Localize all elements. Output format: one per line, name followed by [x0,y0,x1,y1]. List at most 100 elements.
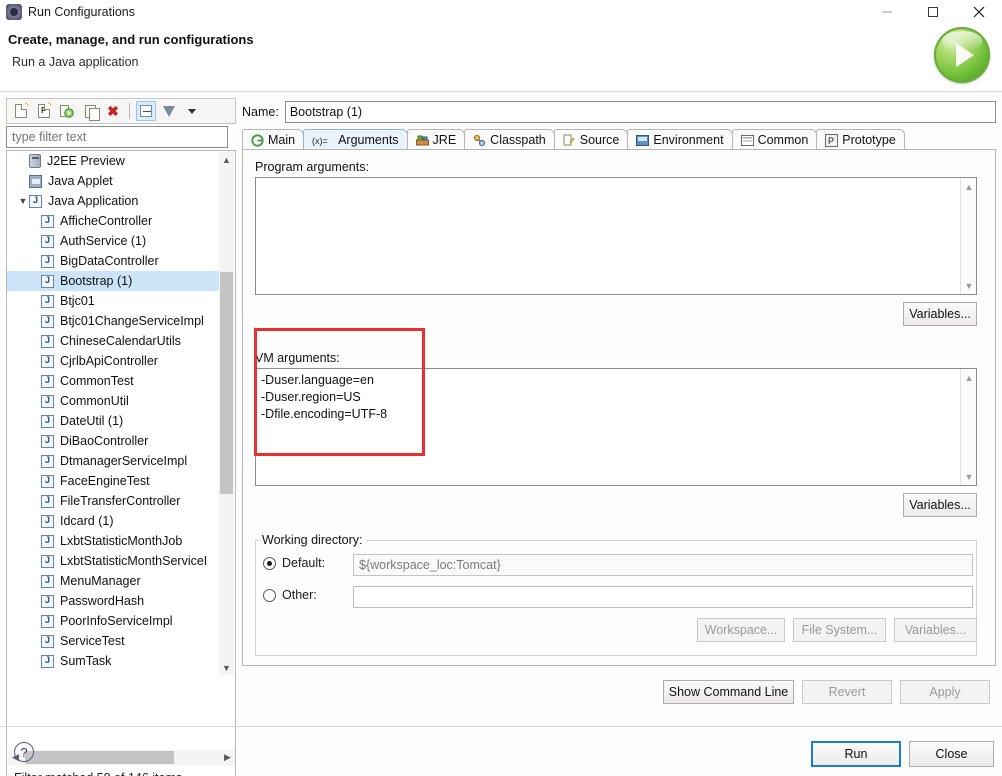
tree-item[interactable]: FileTransferController [7,491,220,511]
close-button[interactable]: Close [909,741,994,767]
export-icon[interactable] [57,101,77,121]
working-directory-variables-button[interactable]: Variables... [894,618,977,642]
working-directory-other-radio[interactable]: Other: [263,588,317,602]
scroll-down-icon[interactable]: ▼ [961,278,976,293]
tree-item[interactable]: CjrlbApiController [7,351,220,371]
vm-arguments-textarea[interactable]: -Duser.language=en -Duser.region=US -Dfi… [255,368,977,486]
tree-item[interactable]: AfficheController [7,211,220,231]
tree-item-label: DtmanagerServiceImpl [60,454,188,468]
arguments-tab-icon: (x)= [312,134,334,147]
duplicate-icon[interactable] [80,101,100,121]
tree-item[interactable]: Btjc01ChangeServiceImpl [7,311,220,331]
scroll-up-icon[interactable]: ▲ [219,152,234,167]
program-arguments-scrollbar[interactable]: ▲ ▼ [960,178,976,294]
hscroll-thumb[interactable] [25,751,174,764]
scroll-right-icon[interactable]: ▶ [220,750,235,765]
java-icon [41,494,54,508]
tab-prototype[interactable]: P Prototype [816,129,905,150]
scroll-up-icon[interactable]: ▲ [961,179,976,194]
tree-item[interactable]: ChineseCalendarUtils [7,331,220,351]
help-icon[interactable]: ? [14,742,34,762]
working-directory-default-radio[interactable]: Default: [263,556,325,570]
tree-item[interactable]: SumTask [7,651,220,671]
view-menu-icon[interactable] [182,101,202,121]
tree-vertical-scrollbar[interactable]: ▲ ▼ [219,152,234,675]
scroll-down-icon[interactable]: ▼ [961,469,976,484]
java-icon [41,514,54,528]
tree-item[interactable]: AuthService (1) [7,231,220,251]
configurations-tree[interactable]: J2EE Preview Java Applet ▼ Java Application… [6,150,236,776]
java-icon [41,234,54,248]
tree-item[interactable]: MenuManager [7,571,220,591]
scroll-down-icon[interactable]: ▼ [219,660,234,675]
tab-common[interactable]: Common [731,129,818,150]
tab-classpath[interactable]: Classpath [464,129,555,150]
filter-icon[interactable] [159,101,179,121]
tree-item[interactable]: FaceEngineTest [7,471,220,491]
vm-arguments-scrollbar[interactable]: ▲ ▼ [960,369,976,485]
java-icon [41,274,54,288]
vm-arguments-variables-button[interactable]: Variables... [903,493,977,517]
tree-item[interactable]: PasswordHash [7,591,220,611]
workspace-button[interactable]: Workspace... [697,618,785,642]
tree-item[interactable]: DiBaoController [7,431,220,451]
tree-item[interactable]: ▼ Java Application [7,191,220,211]
tree-item[interactable]: Bootstrap (1) [7,271,220,291]
tree-item-label: PasswordHash [60,594,145,608]
scroll-up-icon[interactable]: ▲ [961,370,976,385]
tree-item[interactable]: CommonTest [7,371,220,391]
tree-horizontal-scrollbar[interactable]: ◀ ▶ [8,750,235,765]
tree-item-label: Java Applet [48,174,113,188]
scroll-thumb[interactable] [220,272,233,494]
tree-item[interactable]: Btjc01 [7,291,220,311]
name-row: Name: [242,100,996,124]
tab-environment[interactable]: Environment [627,129,733,150]
tree-item[interactable]: DateUtil (1) [7,411,220,431]
tab-label: Common [757,133,809,147]
jre-tab-icon [415,134,429,147]
tree-item[interactable]: CommonUtil [7,391,220,411]
other-label: Other: [282,588,317,602]
tree-item[interactable]: DtmanagerServiceImpl [7,451,220,471]
java-icon [41,254,54,268]
tree-item[interactable]: ServiceTest [7,631,220,651]
tab-label: Environment [653,133,724,147]
new-configuration-icon[interactable]: ✦ [11,101,31,121]
revert-button[interactable]: Revert [802,680,892,704]
tab-jre[interactable]: JRE [406,129,466,150]
tree-item[interactable]: Idcard (1) [7,511,220,531]
apply-button[interactable]: Apply [900,680,990,704]
tree-item[interactable]: PoorInfoServiceImpl [7,611,220,631]
filter-input[interactable] [6,126,228,148]
chevron-down-icon[interactable]: ▼ [17,196,29,206]
minimize-icon[interactable] [864,0,910,24]
filter-status: Filter matched 58 of 146 items [8,767,235,776]
collapse-all-icon[interactable] [136,101,156,121]
show-command-line-button[interactable]: Show Command Line [663,680,794,704]
tab-label: JRE [432,133,457,147]
name-input[interactable] [284,101,996,123]
tree-item[interactable]: BigDataController [7,251,220,271]
java-icon [41,474,54,488]
run-button[interactable]: Run [811,741,901,767]
program-arguments-textarea[interactable]: ▲ ▼ [255,177,977,295]
close-icon[interactable] [956,0,1002,24]
tree-item[interactable]: Java Applet [7,171,220,191]
maximize-icon[interactable] [910,0,956,24]
tab-source[interactable]: Source [553,129,629,150]
applet-icon [29,174,42,188]
main-tab-icon [251,133,264,147]
working-directory-other-input[interactable] [353,586,973,608]
tree-item[interactable]: LxbtStatisticMonthJob [7,531,220,551]
tree-item[interactable]: LxbtStatisticMonthServiceI [7,551,220,571]
tree-item[interactable]: J2EE Preview [7,151,220,171]
tab-arguments[interactable]: (x)= Arguments [303,129,408,150]
file-system-button[interactable]: File System... [793,618,886,642]
tree-item-label: Idcard (1) [60,514,114,528]
program-arguments-variables-button[interactable]: Variables... [903,302,977,326]
tab-main[interactable]: Main [242,129,305,150]
delete-icon[interactable]: ✖ [103,101,123,121]
tree-scrollport: J2EE Preview Java Applet ▼ Java Application… [7,151,220,676]
tree-toolbar: ✦ P ✦ ✖ [6,98,236,124]
new-prototype-icon[interactable]: P ✦ [34,101,54,121]
